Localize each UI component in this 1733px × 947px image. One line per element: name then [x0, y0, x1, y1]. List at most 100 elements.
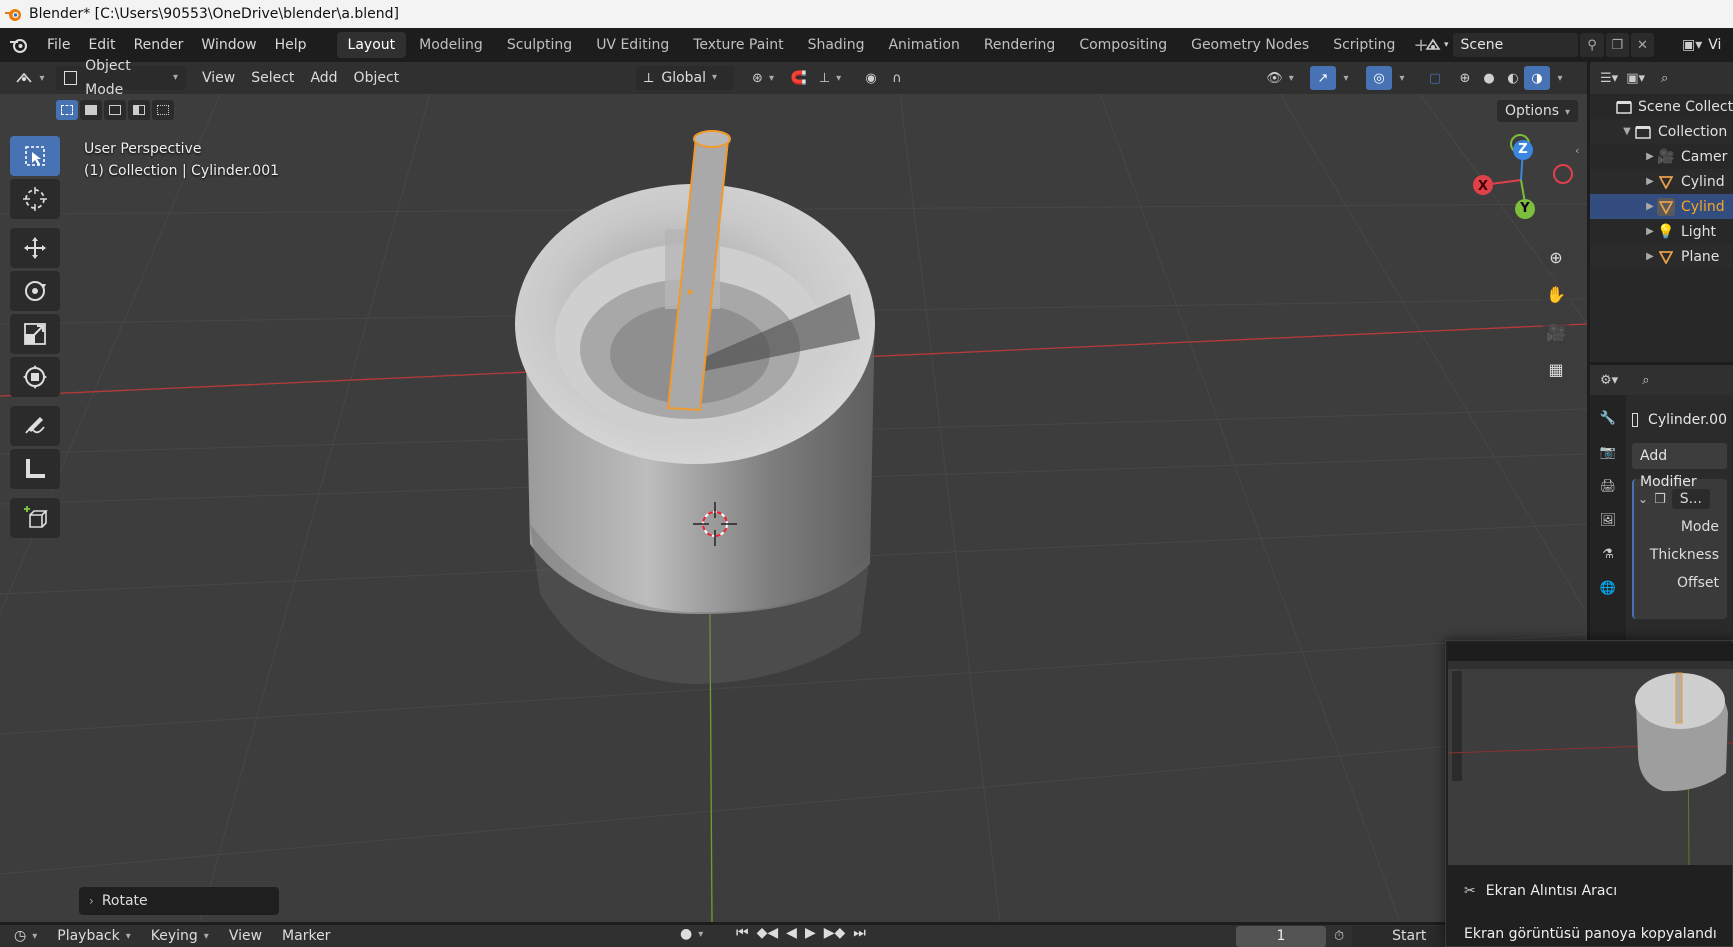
chevron-down-icon[interactable]: ⌄ — [1638, 492, 1648, 506]
select-invert-icon[interactable] — [128, 100, 150, 120]
add-cube-tool-icon[interactable] — [10, 498, 60, 538]
measure-tool-icon[interactable] — [10, 449, 60, 489]
orientation-dropdown[interactable]: ⟂ Global ▾ — [636, 66, 734, 90]
tab-modeling[interactable]: Modeling — [408, 32, 494, 58]
blender-menu-icon[interactable] — [0, 36, 38, 54]
editor-type-icon[interactable]: ▾ — [12, 66, 48, 90]
outliner-row-plane[interactable]: ▶ Plane — [1590, 244, 1733, 269]
snap-icon[interactable]: 🧲 — [786, 66, 812, 90]
expand-arrow-icon[interactable]: ▶ — [1643, 201, 1657, 212]
object-name-label[interactable]: Cylinder.00 — [1648, 412, 1727, 428]
menu-view[interactable]: View — [194, 66, 243, 90]
cursor-tool-icon[interactable] — [10, 179, 60, 219]
play-icon[interactable]: ▶ — [805, 925, 816, 941]
tab-rendering[interactable]: Rendering — [973, 32, 1067, 58]
select-extend-icon[interactable] — [80, 100, 102, 120]
gizmo-y-label[interactable]: Y — [1518, 201, 1532, 216]
next-keyframe-icon[interactable]: ▶◆ — [824, 925, 846, 941]
menu-select[interactable]: Select — [243, 66, 302, 90]
tab-compositing[interactable]: Compositing — [1068, 32, 1178, 58]
tab-geometry-nodes[interactable]: Geometry Nodes — [1180, 32, 1320, 58]
properties-editor-type-icon[interactable]: ⚙▾ — [1600, 373, 1618, 388]
view-layer-label[interactable]: Vi — [1708, 37, 1721, 53]
tab-uv-editing[interactable]: UV Editing — [585, 32, 680, 58]
outliner-editor-type-icon[interactable]: ☰▾ — [1600, 71, 1618, 86]
mode-dropdown[interactable]: Object Mode ▾ — [56, 58, 186, 98]
timeline-editor-type-icon[interactable]: ◷ ▾ — [0, 928, 47, 944]
output-tab-icon[interactable]: 🖨 — [1590, 469, 1626, 503]
proportional-edit-icon[interactable]: ◉ — [858, 66, 884, 90]
tab-animation[interactable]: Animation — [877, 32, 970, 58]
falloff-icon[interactable]: ∩ — [884, 66, 910, 90]
tab-texture-paint[interactable]: Texture Paint — [682, 32, 794, 58]
jump-start-icon[interactable]: ⏮ — [736, 925, 749, 941]
scale-tool-icon[interactable] — [10, 314, 60, 354]
expand-arrow-icon[interactable]: ▼ — [1620, 126, 1634, 137]
gizmo-x-label[interactable]: X — [1476, 179, 1490, 194]
outliner-row-cylinder[interactable]: ▶ Cylind — [1590, 169, 1733, 194]
rendered-shading-icon[interactable]: ◑ — [1524, 66, 1550, 90]
menu-playback[interactable]: Playback ▾ — [47, 928, 141, 944]
overlays-toggle-icon[interactable]: ◎ — [1366, 66, 1392, 90]
move-tool-icon[interactable] — [10, 228, 60, 268]
outliner-row-camera[interactable]: ▶ 🎥 Camer — [1590, 144, 1733, 169]
tab-shading[interactable]: Shading — [797, 32, 876, 58]
snap-target-icon[interactable]: ⊥ ▾ — [812, 66, 848, 90]
play-reverse-icon[interactable]: ◀ — [786, 925, 797, 941]
scene-tab-icon[interactable]: ⚗ — [1590, 537, 1626, 571]
new-scene-icon[interactable]: ❐ — [1605, 33, 1629, 57]
view-layer-tab-icon[interactable]: 🖼 — [1590, 503, 1626, 537]
options-dropdown[interactable]: Options ▾ — [1497, 100, 1579, 122]
last-operator-panel[interactable]: › Rotate — [79, 887, 279, 915]
current-frame-field[interactable]: 1 — [1236, 926, 1326, 947]
transform-tool-icon[interactable] — [10, 357, 60, 397]
select-new-icon[interactable] — [56, 100, 78, 120]
display-mode-icon[interactable]: ▣▾ — [1626, 71, 1645, 86]
annotate-tool-icon[interactable] — [10, 406, 60, 446]
perspective-toggle-icon[interactable]: ▦ — [1541, 354, 1571, 384]
zoom-icon[interactable]: ⊕ — [1541, 242, 1571, 272]
sidebar-toggle-icon[interactable]: ‹ — [1575, 144, 1579, 157]
select-intersect-icon[interactable] — [152, 100, 174, 120]
select-box-tool-icon[interactable] — [10, 136, 60, 176]
xray-icon[interactable]: ▢ — [1422, 66, 1448, 90]
modifier-name-field[interactable]: S... — [1671, 489, 1710, 509]
search-icon[interactable]: ⌕ — [1661, 71, 1668, 86]
tool-settings-tab-icon[interactable]: 🔧 — [1590, 401, 1626, 435]
menu-add[interactable]: Add — [302, 66, 345, 90]
view-layer-icon[interactable]: ▣▾ — [1682, 37, 1702, 53]
jump-end-icon[interactable]: ⏭ — [853, 925, 866, 941]
outliner-row-light[interactable]: ▶ 💡 Light — [1590, 219, 1733, 244]
tab-scripting[interactable]: Scripting — [1322, 32, 1406, 58]
add-modifier-button[interactable]: Add Modifier — [1632, 443, 1727, 490]
gizmo-z-label[interactable]: Z — [1516, 142, 1530, 157]
menu-object[interactable]: Object — [346, 66, 408, 90]
menu-keying[interactable]: Keying ▾ — [141, 928, 219, 944]
camera-view-icon[interactable]: 🎥 — [1541, 317, 1571, 347]
expand-arrow-icon[interactable]: ▶ — [1643, 251, 1657, 262]
prev-keyframe-icon[interactable]: ◆◀ — [757, 925, 779, 941]
tab-sculpting[interactable]: Sculpting — [496, 32, 583, 58]
shading-dropdown-icon[interactable]: ▾ — [1550, 66, 1570, 90]
viewport-scene[interactable] — [0, 94, 1587, 922]
scene-name-field[interactable]: Scene — [1452, 33, 1579, 57]
world-tab-icon[interactable]: 🌐 — [1590, 571, 1626, 605]
outliner-row-cylinder-001[interactable]: ▶ Cylind — [1590, 194, 1733, 219]
outliner-row-collection[interactable]: ▼ Collection — [1590, 119, 1733, 144]
record-icon[interactable]: ● — [680, 926, 692, 942]
rotate-tool-icon[interactable] — [10, 271, 60, 311]
expand-arrow-icon[interactable]: ▶ — [1643, 176, 1657, 187]
snipping-tool-notification[interactable]: ✂ Ekran Alıntısı Aracı Ekran görüntüsü p… — [1445, 640, 1733, 947]
outliner-row-scene-collection[interactable]: Scene Collecti — [1590, 94, 1733, 119]
wireframe-shading-icon[interactable]: ⊕ — [1452, 66, 1478, 90]
menu-timeline-view[interactable]: View — [219, 928, 272, 944]
menu-help[interactable]: Help — [266, 28, 316, 62]
3d-viewport[interactable]: X Z Y ⊕ ✋ 🎥 ▦ ‹ — [0, 94, 1587, 922]
delete-scene-icon[interactable]: ✕ — [1630, 33, 1654, 57]
select-subtract-icon[interactable] — [104, 100, 126, 120]
visibility-icon[interactable]: 👁 ▾ — [1262, 66, 1298, 90]
pan-hand-icon[interactable]: ✋ — [1541, 279, 1571, 309]
properties-search-icon[interactable]: ⌕ — [1642, 373, 1649, 388]
tab-layout[interactable]: Layout — [336, 32, 407, 58]
gizmo-toggle-icon[interactable]: ↗ — [1310, 66, 1336, 90]
